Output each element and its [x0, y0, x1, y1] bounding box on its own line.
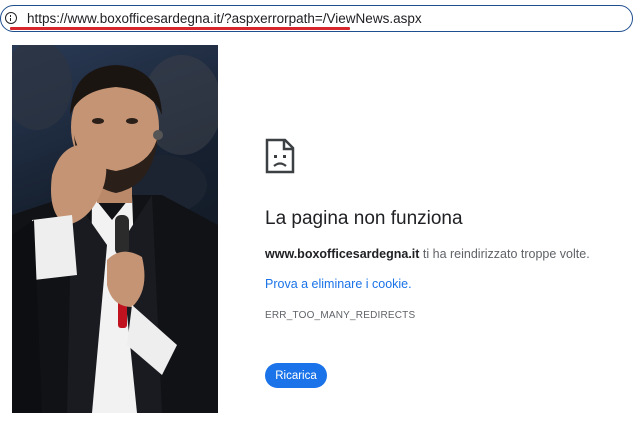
suggestion-period: . — [408, 277, 412, 291]
clear-cookies-link[interactable]: Prova a eliminare i cookie — [265, 277, 408, 291]
reload-button[interactable]: Ricarica — [265, 363, 327, 388]
error-title: La pagina non funziona — [265, 208, 463, 229]
error-domain: www.boxofficesardegna.it — [265, 247, 420, 261]
sad-page-icon — [265, 138, 295, 179]
clear-cookies-suggestion: Prova a eliminare i cookie. — [265, 277, 412, 291]
error-code: ERR_TOO_MANY_REDIRECTS — [265, 310, 416, 321]
info-icon[interactable] — [5, 12, 17, 24]
url-underline-annotation — [10, 27, 350, 30]
photo-performer — [12, 45, 218, 413]
url-text[interactable]: https://www.boxofficesardegna.it/?aspxer… — [27, 11, 422, 26]
error-message: ti ha reindirizzato troppe volte. — [419, 247, 590, 261]
error-description: www.boxofficesardegna.it ti ha reindiriz… — [265, 247, 590, 261]
